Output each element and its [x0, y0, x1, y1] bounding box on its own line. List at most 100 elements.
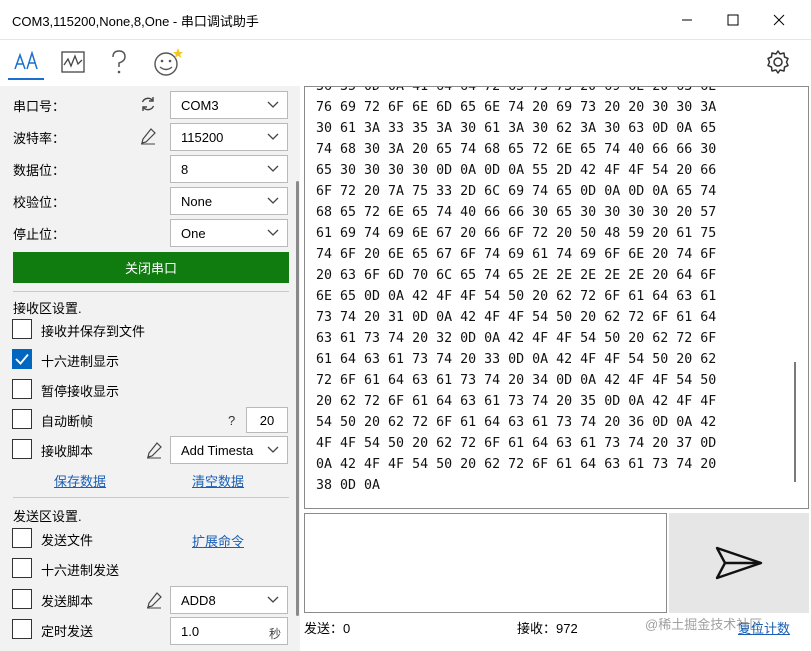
- timed-send-label: 定时发送: [41, 624, 94, 639]
- receive-scrollbar[interactable]: [794, 362, 796, 482]
- panel-scrollbar[interactable]: [296, 181, 299, 616]
- received-count: 接收：972: [517, 621, 578, 636]
- auto-frame-checkbox[interactable]: [12, 409, 32, 429]
- timed-send-unit: 秒: [268, 627, 281, 641]
- minimize-icon: [682, 19, 692, 21]
- hex-send-checkbox[interactable]: [12, 558, 32, 578]
- databits-label: 数据位：: [13, 163, 66, 178]
- chevron-down-icon: [267, 596, 279, 603]
- receive-area[interactable]: 36 35 0D 0A 41 64 64 72 65 73 73 20 69 6…: [304, 86, 809, 509]
- receive-line: 20 63 6F 6D 70 6C 65 74 65 2E 2E 2E 2E 2…: [316, 268, 717, 283]
- parity-value: None: [181, 194, 213, 209]
- send-file-label: 发送文件: [41, 533, 94, 548]
- extend-command-link[interactable]: 扩展命令: [192, 531, 244, 550]
- chevron-down-icon: [267, 165, 279, 172]
- receive-line: 0A 42 4F 4F 54 50 20 62 72 6F 61 64 63 6…: [316, 457, 717, 472]
- timed-send-checkbox[interactable]: [12, 619, 32, 639]
- databits-value: 8: [181, 162, 189, 177]
- port-label: 串口号：: [13, 99, 66, 114]
- reset-count-link[interactable]: 复位计数: [738, 618, 790, 637]
- receive-line: 76 69 72 6F 6E 6D 65 6E 74 20 69 73 20 2…: [316, 100, 717, 115]
- minimize-button[interactable]: [664, 0, 710, 40]
- tool-help[interactable]: [101, 44, 137, 80]
- save-data-link[interactable]: 保存数据: [54, 471, 106, 490]
- send-section-title: 发送区设置.: [13, 509, 82, 524]
- receive-line: 61 64 63 61 73 74 20 33 0D 0A 42 4F 4F 5…: [316, 352, 717, 367]
- help-icon: [112, 50, 126, 74]
- close-icon: [773, 14, 785, 26]
- hex-send-option: 十六进制发送: [12, 558, 292, 582]
- refresh-icon[interactable]: [139, 95, 157, 113]
- window-title: COM3,115200,None,8,One - 串口调试助手: [12, 14, 259, 29]
- databits-select[interactable]: 8: [170, 155, 288, 183]
- receive-script-value: Add Timesta: [181, 443, 254, 458]
- parity-row: 校验位： None: [0, 184, 300, 216]
- receive-script-select[interactable]: Add Timesta: [170, 436, 288, 464]
- send-icon: [715, 546, 763, 580]
- timed-send-value: 1.0: [181, 624, 200, 639]
- chevron-down-icon: [267, 446, 279, 453]
- baud-value: 115200: [181, 130, 224, 145]
- receive-line: 36 35 0D 0A 41 64 64 72 65 73 73 20 69 6…: [316, 86, 717, 94]
- send-file-checkbox[interactable]: [12, 528, 32, 548]
- receive-line: 38 0D 0A: [316, 478, 381, 493]
- parity-select[interactable]: None: [170, 187, 288, 215]
- baud-select[interactable]: 115200: [170, 123, 288, 151]
- receive-line: 54 50 20 62 72 6F 61 64 63 61 73 74 20 3…: [316, 415, 717, 430]
- receive-script-checkbox[interactable]: [12, 439, 32, 459]
- clear-data-link[interactable]: 清空数据: [192, 471, 244, 490]
- close-port-button[interactable]: 关闭串口: [13, 252, 289, 283]
- maximize-icon: [727, 14, 739, 26]
- save-to-file-checkbox[interactable]: [12, 319, 32, 339]
- sent-count: 发送：0: [304, 621, 351, 636]
- pause-display-checkbox[interactable]: [12, 379, 32, 399]
- send-input[interactable]: [304, 513, 667, 613]
- send-button[interactable]: [669, 513, 809, 613]
- port-row: 串口号： COM3: [0, 88, 300, 120]
- send-script-value: ADD8: [181, 593, 216, 608]
- stopbits-select[interactable]: One: [170, 219, 288, 247]
- auto-frame-input[interactable]: 20: [246, 407, 288, 433]
- auto-frame-label: 自动断帧: [41, 414, 94, 429]
- font-icon: [14, 50, 38, 70]
- send-script-select[interactable]: ADD8: [170, 586, 288, 614]
- chevron-down-icon: [267, 197, 279, 204]
- tool-font[interactable]: [8, 44, 44, 80]
- send-file-option: 发送文件: [12, 528, 292, 552]
- databits-row: 数据位： 8: [0, 152, 300, 184]
- stopbits-row: 停止位： One: [0, 216, 300, 248]
- settings-panel: 串口号： COM3 波特率： 115200 数据位： 8 校验位： None 停…: [0, 86, 300, 651]
- pen-icon[interactable]: [145, 441, 163, 459]
- gear-icon: [767, 50, 789, 74]
- tool-emoji[interactable]: [150, 44, 186, 80]
- tool-waveform[interactable]: [55, 44, 91, 80]
- receive-line: 68 65 72 6E 65 74 40 66 66 30 65 30 30 3…: [316, 205, 717, 220]
- port-select[interactable]: COM3: [170, 91, 288, 119]
- receive-script-label: 接收脚本: [41, 444, 94, 459]
- receive-line: 73 74 20 31 0D 0A 42 4F 4F 54 50 20 62 7…: [316, 310, 717, 325]
- receive-line: 65 30 30 30 30 0D 0A 0D 0A 55 2D 42 4F 4…: [316, 163, 717, 178]
- pause-display-label: 暂停接收显示: [41, 384, 120, 399]
- hex-display-option: 十六进制显示: [12, 349, 292, 373]
- timed-send-input[interactable]: 1.0 秒: [170, 617, 288, 645]
- receive-line: 20 62 72 6F 61 64 63 61 73 74 20 35 0D 0…: [316, 394, 717, 409]
- hex-display-checkbox[interactable]: [12, 349, 32, 369]
- stopbits-value: One: [181, 226, 206, 241]
- receive-line: 30 61 3A 33 35 3A 30 61 3A 30 62 3A 30 6…: [316, 121, 717, 136]
- maximize-button[interactable]: [710, 0, 756, 40]
- close-button[interactable]: [756, 0, 802, 40]
- parity-label: 校验位：: [13, 195, 66, 210]
- settings-button[interactable]: [760, 44, 796, 80]
- pen-icon[interactable]: [139, 127, 157, 145]
- checkmark-icon: [15, 353, 29, 365]
- divider: [13, 497, 289, 498]
- send-script-label: 发送脚本: [41, 594, 94, 609]
- auto-frame-help[interactable]: ?: [228, 413, 235, 428]
- hex-display-label: 十六进制显示: [41, 354, 120, 369]
- send-script-checkbox[interactable]: [12, 589, 32, 609]
- receive-line: 74 6F 20 6E 65 67 6F 74 69 61 74 69 6F 6…: [316, 247, 717, 262]
- receive-line: 63 61 73 74 20 32 0D 0A 42 4F 4F 54 50 2…: [316, 331, 717, 346]
- pen-icon[interactable]: [145, 591, 163, 609]
- title-bar: COM3,115200,None,8,One - 串口调试助手: [0, 0, 811, 40]
- toolbar: [0, 40, 811, 84]
